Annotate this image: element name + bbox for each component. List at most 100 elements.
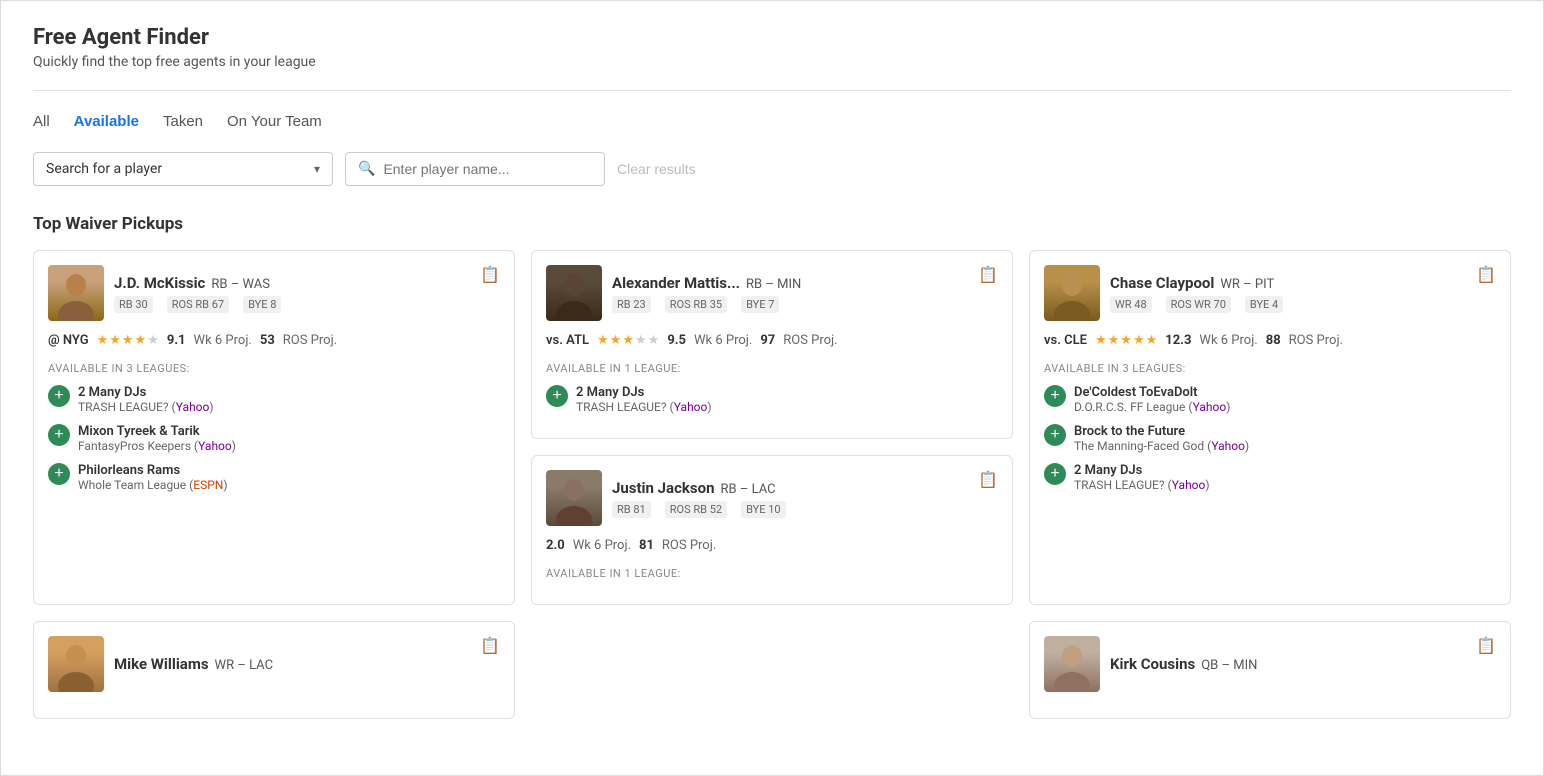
dropdown-label: Search for a player bbox=[46, 161, 162, 177]
stat-ros: ROS WR 70 bbox=[1166, 296, 1231, 313]
wk-proj: 9.5 bbox=[667, 333, 686, 348]
report-icon[interactable]: 📋 bbox=[1476, 265, 1496, 284]
avatar-kirk-cousins bbox=[1044, 636, 1100, 692]
stat-ros: ROS RB 67 bbox=[167, 296, 229, 313]
star-2: ★ bbox=[1108, 333, 1120, 348]
star-5: ★ bbox=[1146, 333, 1158, 348]
report-icon[interactable]: 📋 bbox=[480, 265, 500, 284]
list-item: + Mixon Tyreek & Tarik FantasyPros Keepe… bbox=[48, 424, 500, 453]
add-to-league-button[interactable]: + bbox=[48, 463, 70, 485]
stat-ros: ROS RB 52 bbox=[665, 501, 727, 518]
add-to-league-button[interactable]: + bbox=[48, 424, 70, 446]
avatar-alexander-mattis bbox=[546, 265, 602, 321]
league-sub: TRASH LEAGUE? (Yahoo) bbox=[78, 400, 214, 414]
ros-proj: 53 bbox=[260, 333, 275, 348]
player-pos-team: RB – WAS bbox=[211, 277, 270, 292]
ros-proj: 88 bbox=[1266, 333, 1281, 348]
player-pos-team: QB – MIN bbox=[1201, 658, 1257, 673]
stat-bye: BYE 10 bbox=[741, 501, 786, 518]
player-pos-team: WR – LAC bbox=[215, 658, 274, 673]
add-to-league-button[interactable]: + bbox=[546, 385, 568, 407]
star-1: ★ bbox=[1095, 333, 1107, 348]
wk-proj: 2.0 bbox=[546, 538, 565, 553]
league-link[interactable]: Yahoo bbox=[674, 400, 708, 414]
ros-proj: 97 bbox=[760, 333, 775, 348]
star-4: ★ bbox=[1133, 333, 1145, 348]
avail-label: AVAILABLE IN 1 LEAGUE: bbox=[546, 362, 998, 375]
league-link[interactable]: Yahoo bbox=[176, 400, 210, 414]
league-name: 2 Many DJs bbox=[576, 385, 712, 400]
report-icon[interactable]: 📋 bbox=[480, 636, 500, 655]
league-sub: Whole Team League (ESPN) bbox=[78, 478, 228, 492]
opponent: vs. CLE bbox=[1044, 333, 1087, 348]
opponent: @ NYG bbox=[48, 333, 89, 348]
star-5: ★ bbox=[648, 333, 660, 348]
add-to-league-button[interactable]: + bbox=[1044, 463, 1066, 485]
player-name: Justin Jackson bbox=[612, 479, 714, 497]
add-to-league-button[interactable]: + bbox=[1044, 385, 1066, 407]
star-4: ★ bbox=[135, 333, 147, 348]
star-1: ★ bbox=[97, 333, 109, 348]
chevron-down-icon: ▾ bbox=[314, 162, 320, 176]
league-name: 2 Many DJs bbox=[78, 385, 214, 400]
stat-rank: RB 81 bbox=[612, 501, 651, 518]
league-link[interactable]: ESPN bbox=[193, 478, 223, 492]
league-link[interactable]: Yahoo bbox=[1193, 400, 1227, 414]
avail-label: AVAILABLE IN 3 LEAGUES: bbox=[1044, 362, 1496, 375]
player-name: Alexander Mattis... bbox=[612, 274, 740, 292]
star-3: ★ bbox=[1120, 333, 1132, 348]
star-2: ★ bbox=[109, 333, 121, 348]
league-name: De'Coldest ToEvaDolt bbox=[1074, 385, 1230, 400]
list-item: + Philorleans Rams Whole Team League (ES… bbox=[48, 463, 500, 492]
star-2: ★ bbox=[610, 333, 622, 348]
list-item: + De'Coldest ToEvaDolt D.O.R.C.S. FF Lea… bbox=[1044, 385, 1496, 414]
add-to-league-button[interactable]: + bbox=[48, 385, 70, 407]
filter-tabs: All Available Taken On Your Team bbox=[33, 111, 1511, 132]
page-title: Free Agent Finder bbox=[33, 25, 1511, 50]
ros-label: ROS Proj. bbox=[783, 333, 837, 348]
player-name: Mike Williams bbox=[114, 655, 209, 673]
league-link[interactable]: Yahoo bbox=[1172, 478, 1206, 492]
name-search-container: 🔍 bbox=[345, 152, 605, 186]
stat-bye: BYE 7 bbox=[741, 296, 779, 313]
wk-proj: 12.3 bbox=[1165, 333, 1191, 348]
report-icon[interactable]: 📋 bbox=[978, 470, 998, 489]
player-name-input[interactable] bbox=[383, 161, 592, 177]
avatar-chase-claypool bbox=[1044, 265, 1100, 321]
add-to-league-button[interactable]: + bbox=[1044, 424, 1066, 446]
clear-results-button[interactable]: Clear results bbox=[617, 161, 696, 177]
tab-on-your-team[interactable]: On Your Team bbox=[227, 111, 322, 132]
stat-bye: BYE 4 bbox=[1245, 296, 1283, 313]
league-sub: TRASH LEAGUE? (Yahoo) bbox=[1074, 478, 1210, 492]
report-icon[interactable]: 📋 bbox=[978, 265, 998, 284]
tab-available[interactable]: Available bbox=[74, 111, 139, 132]
ros-proj: 81 bbox=[639, 538, 654, 553]
player-type-dropdown[interactable]: Search for a player ▾ bbox=[33, 152, 333, 186]
star-3: ★ bbox=[122, 333, 134, 348]
search-icon: 🔍 bbox=[358, 161, 375, 177]
league-sub: FantasyPros Keepers (Yahoo) bbox=[78, 439, 236, 453]
league-link[interactable]: Yahoo bbox=[1211, 439, 1245, 453]
stat-ros: ROS RB 35 bbox=[665, 296, 727, 313]
wk-label: Wk 6 Proj. bbox=[573, 538, 631, 553]
tab-all[interactable]: All bbox=[33, 111, 50, 132]
league-link[interactable]: Yahoo bbox=[198, 439, 232, 453]
player-card-alexander-mattis: Alexander Mattis... RB – MIN RB 23 ROS R… bbox=[531, 250, 1013, 439]
star-5: ★ bbox=[147, 333, 159, 348]
section-title: Top Waiver Pickups bbox=[33, 214, 1511, 234]
report-icon[interactable]: 📋 bbox=[1476, 636, 1496, 655]
league-sub: The Manning-Faced God (Yahoo) bbox=[1074, 439, 1249, 453]
list-item: + 2 Many DJs TRASH LEAGUE? (Yahoo) bbox=[1044, 463, 1496, 492]
player-cards-grid: J.D. McKissic RB – WAS RB 30 ROS RB 67 B… bbox=[33, 250, 1511, 605]
wk-proj: 9.1 bbox=[167, 333, 186, 348]
ros-label: ROS Proj. bbox=[1289, 333, 1343, 348]
player-card-chase-claypool: Chase Claypool WR – PIT WR 48 ROS WR 70 … bbox=[1029, 250, 1511, 605]
list-item: + Brock to the Future The Manning-Faced … bbox=[1044, 424, 1496, 453]
page-header: Free Agent Finder Quickly find the top f… bbox=[33, 25, 1511, 70]
star-rating: ★ ★ ★ ★ ★ bbox=[97, 333, 159, 348]
league-sub: D.O.R.C.S. FF League (Yahoo) bbox=[1074, 400, 1230, 414]
stat-rank: RB 30 bbox=[114, 296, 153, 313]
avatar-justin-jackson bbox=[546, 470, 602, 526]
stat-rank: WR 48 bbox=[1110, 296, 1152, 313]
tab-taken[interactable]: Taken bbox=[163, 111, 203, 132]
